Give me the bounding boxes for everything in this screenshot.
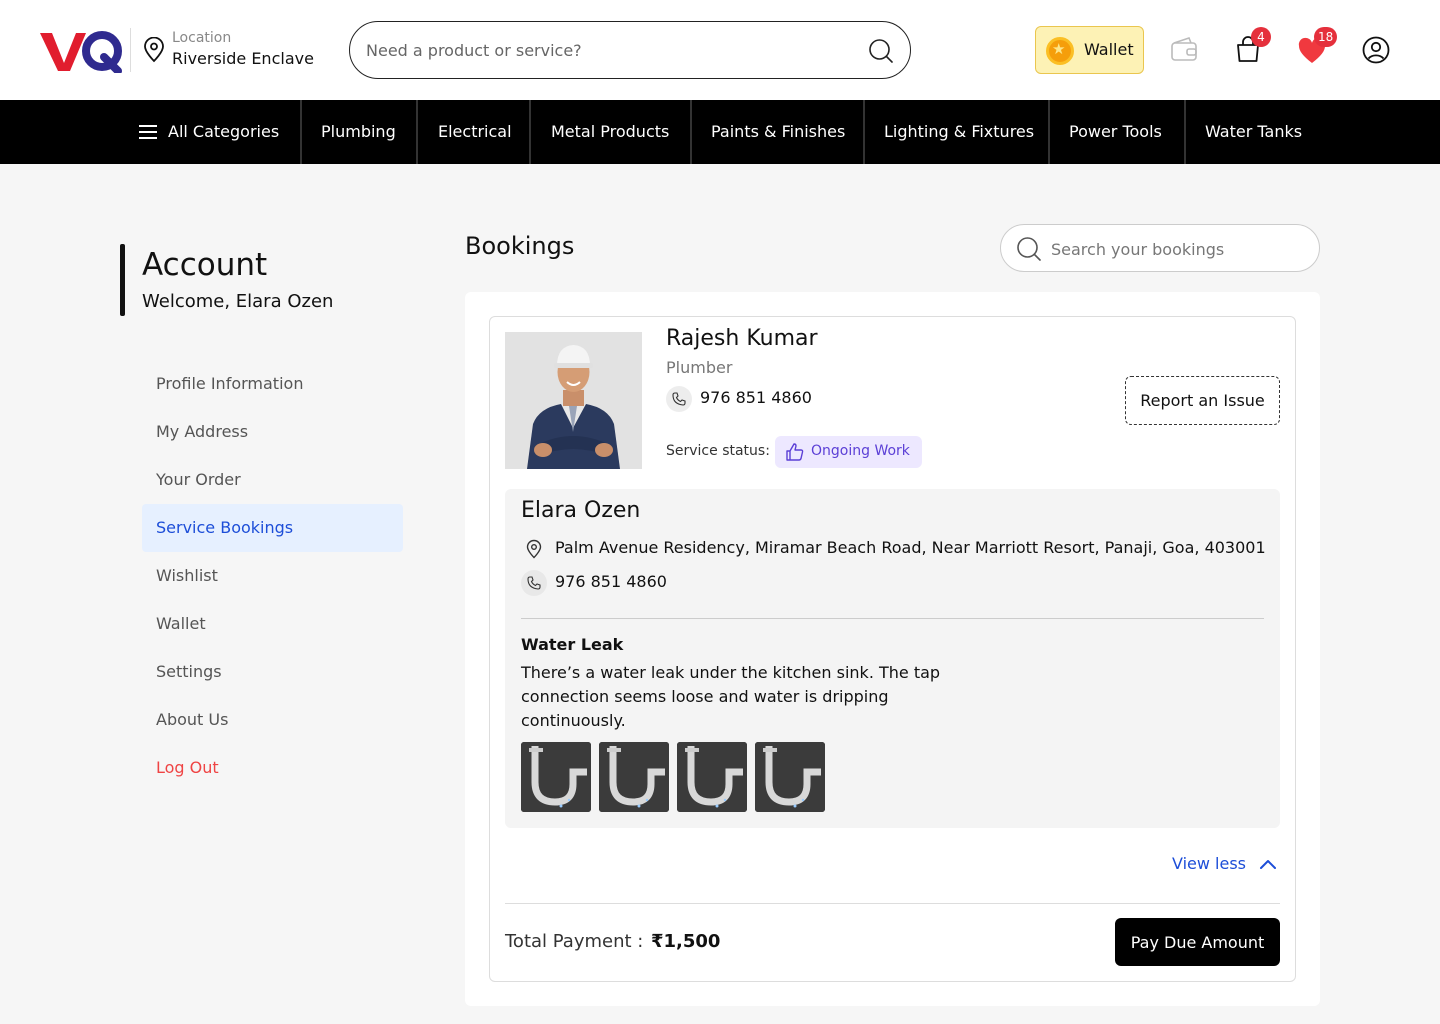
nav-separator — [863, 100, 865, 164]
nav-item-paints-finishes[interactable]: Paints & Finishes — [711, 100, 845, 164]
nav-item-lighting-fixtures[interactable]: Lighting & Fixtures — [884, 100, 1034, 164]
footer-divider — [505, 903, 1280, 904]
location-value[interactable]: Riverside Enclave — [172, 49, 314, 68]
nav-item-plumbing[interactable]: Plumbing — [321, 100, 396, 164]
wallet-button[interactable]: Wallet — [1035, 26, 1144, 74]
location-pin-icon — [144, 37, 164, 63]
cart-count-badge: 4 — [1251, 27, 1271, 47]
nav-separator — [690, 100, 692, 164]
logo-divider — [130, 28, 131, 72]
sidebar-item-log-out[interactable]: Log Out — [142, 744, 403, 792]
service-status-badge: Ongoing Work — [775, 436, 922, 468]
sidebar-item-wallet[interactable]: Wallet — [142, 600, 403, 648]
professional-photo — [505, 332, 642, 469]
issue-photo-thumbnail[interactable] — [599, 742, 669, 812]
total-payment-value: ₹1,500 — [651, 931, 721, 952]
issue-description: There’s a water leak under the kitchen s… — [521, 663, 941, 730]
category-nav: All Categories Plumbing Electrical Metal… — [0, 100, 1440, 164]
bookings-search-bar — [1000, 224, 1320, 272]
issue-title: Water Leak — [521, 635, 624, 654]
wishlist-count-badge: 18 — [1314, 27, 1338, 47]
pay-due-amount-button[interactable]: Pay Due Amount — [1115, 918, 1280, 966]
wallet-button-label: Wallet — [1084, 40, 1134, 59]
phone-icon — [666, 386, 692, 412]
search-icon — [1017, 237, 1041, 261]
nav-separator — [529, 100, 531, 164]
customer-name: Elara Ozen — [521, 498, 641, 523]
report-issue-button[interactable]: Report an Issue — [1125, 376, 1280, 425]
phone-icon — [521, 570, 547, 596]
sidebar-item-about-us[interactable]: About Us — [142, 696, 403, 744]
nav-item-power-tools[interactable]: Power Tools — [1069, 100, 1162, 164]
view-less-link[interactable]: View less — [1172, 854, 1246, 873]
customer-address: Palm Avenue Residency, Miramar Beach Roa… — [555, 538, 1266, 557]
details-divider — [521, 618, 1264, 619]
top-header: Location Riverside Enclave Wallet 4 18 — [0, 0, 1440, 100]
location-pin-icon — [526, 539, 542, 559]
coin-icon — [1046, 37, 1074, 65]
hamburger-menu-icon[interactable] — [139, 125, 157, 139]
product-search-input[interactable] — [366, 36, 846, 64]
issue-photo-thumbnail[interactable] — [521, 742, 591, 812]
chevron-up-icon[interactable] — [1258, 855, 1278, 875]
service-status-label: Service status: — [666, 443, 770, 459]
search-icon[interactable] — [868, 38, 894, 64]
professional-role: Plumber — [666, 358, 733, 377]
nav-item-electrical[interactable]: Electrical — [438, 100, 512, 164]
sidebar-item-my-address[interactable]: My Address — [142, 408, 403, 456]
sidebar-item-wishlist[interactable]: Wishlist — [142, 552, 403, 600]
vq-logo[interactable] — [38, 27, 122, 73]
nav-separator — [416, 100, 418, 164]
nav-all-categories[interactable]: All Categories — [168, 100, 279, 164]
professional-phone[interactable]: 976 851 4860 — [700, 388, 812, 407]
total-payment-label: Total Payment : — [505, 931, 644, 952]
sidebar-item-settings[interactable]: Settings — [142, 648, 403, 696]
thumbs-up-icon — [786, 443, 804, 461]
product-search-bar — [349, 21, 911, 79]
location-label: Location — [172, 30, 232, 46]
nav-item-metal-products[interactable]: Metal Products — [551, 100, 669, 164]
nav-separator — [1184, 100, 1186, 164]
sidebar-item-your-order[interactable]: Your Order — [142, 456, 403, 504]
account-accent-bar — [120, 244, 125, 316]
nav-item-water-tanks[interactable]: Water Tanks — [1205, 100, 1302, 164]
issue-photo-thumbnail[interactable] — [755, 742, 825, 812]
professional-name: Rajesh Kumar — [666, 326, 818, 351]
bookings-search-input[interactable] — [1051, 237, 1301, 261]
customer-phone[interactable]: 976 851 4860 — [555, 572, 667, 591]
nav-separator — [300, 100, 302, 164]
page-title: Bookings — [465, 232, 575, 260]
sidebar-item-service-bookings[interactable]: Service Bookings — [142, 504, 403, 552]
user-profile-icon[interactable] — [1361, 35, 1391, 65]
account-title: Account — [142, 247, 268, 283]
welcome-message: Welcome, Elara Ozen — [142, 291, 334, 312]
wallet-icon[interactable] — [1169, 35, 1199, 65]
nav-separator — [1048, 100, 1050, 164]
issue-photo-thumbnail[interactable] — [677, 742, 747, 812]
sidebar-item-profile-information[interactable]: Profile Information — [142, 360, 403, 408]
service-status-value: Ongoing Work — [811, 443, 910, 459]
